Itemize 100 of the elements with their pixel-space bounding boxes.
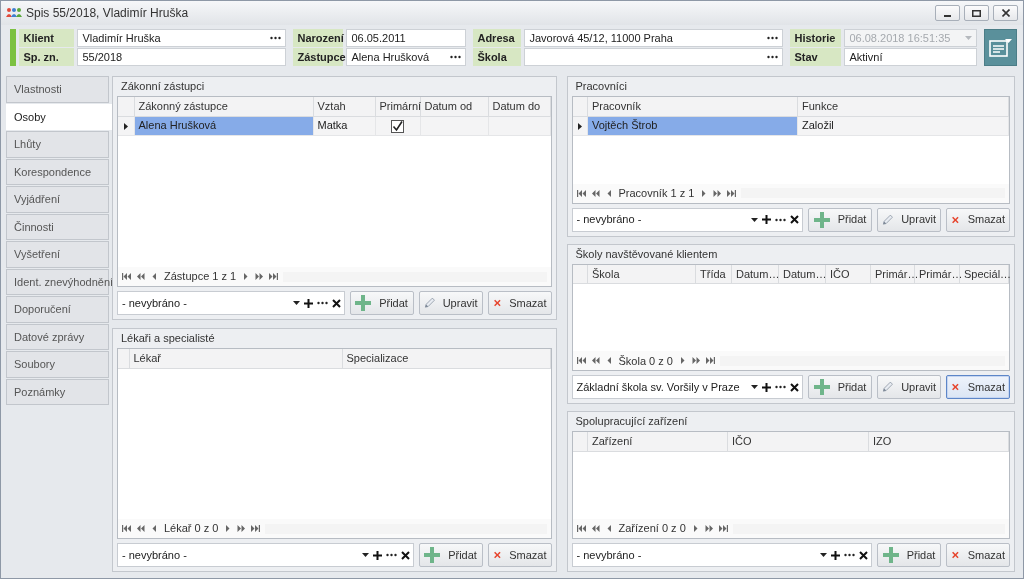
dropdown-icon[interactable] xyxy=(751,217,758,222)
sidebar-tab[interactable]: Osoby xyxy=(6,103,112,130)
previous-page-icon[interactable] xyxy=(590,357,600,365)
ellipsis-icon[interactable] xyxy=(385,553,397,557)
action-button[interactable]: Přidat xyxy=(808,207,872,232)
close-icon[interactable] xyxy=(400,550,410,560)
sidebar-tab[interactable]: Korespondence xyxy=(6,158,109,185)
plus-icon[interactable] xyxy=(762,382,771,392)
column-header: Lékař xyxy=(129,349,342,368)
previous-icon[interactable] xyxy=(150,273,159,280)
close-button[interactable] xyxy=(993,5,1018,21)
first-page-icon[interactable] xyxy=(122,525,131,532)
people-icon xyxy=(6,7,22,19)
action-button[interactable]: Upravit xyxy=(877,207,941,232)
field-value[interactable]: Aktivní xyxy=(844,48,978,66)
dropdown-icon[interactable] xyxy=(820,553,827,557)
field-value[interactable]: 55/2018 xyxy=(77,48,287,66)
form-menu-button[interactable] xyxy=(984,29,1017,66)
checkbox[interactable] xyxy=(391,119,404,133)
action-button[interactable]: Přidat xyxy=(808,375,872,400)
last-page-icon[interactable] xyxy=(251,525,261,532)
action-button[interactable]: Smazat xyxy=(946,207,1010,232)
previous-page-icon[interactable] xyxy=(136,525,145,532)
first-page-icon[interactable] xyxy=(576,525,586,532)
sidebar-tab[interactable]: Lhůty xyxy=(6,131,109,158)
combo-box[interactable]: - nevybráno - xyxy=(117,543,414,567)
sidebar-tab[interactable]: Vyjádření xyxy=(6,186,109,213)
last-page-icon[interactable] xyxy=(705,357,715,365)
first-page-icon[interactable] xyxy=(122,273,131,280)
last-page-icon[interactable] xyxy=(269,273,279,280)
ellipsis-icon[interactable] xyxy=(775,217,786,222)
action-button[interactable]: Smazat xyxy=(487,291,552,315)
field-value[interactable]: 06.05.2011 xyxy=(346,29,467,47)
maximize-button[interactable] xyxy=(964,5,989,21)
field-label: Stav xyxy=(790,48,842,66)
document-icon xyxy=(988,37,1013,58)
next-icon[interactable] xyxy=(223,525,233,532)
combo-box[interactable]: - nevybráno - xyxy=(571,543,872,567)
column-header: Datum od xyxy=(420,97,488,116)
action-button[interactable]: Smazat xyxy=(946,375,1010,400)
plus-icon[interactable] xyxy=(372,550,382,560)
last-page-icon[interactable] xyxy=(727,189,737,197)
previous-icon[interactable] xyxy=(150,525,159,532)
next-page-icon[interactable] xyxy=(691,357,701,365)
first-page-icon[interactable] xyxy=(576,357,586,365)
action-button[interactable]: Upravit xyxy=(418,291,483,315)
sidebar-tab[interactable]: Datové zprávy xyxy=(6,323,109,350)
field-label: Škola xyxy=(473,48,522,66)
next-page-icon[interactable] xyxy=(704,525,714,532)
close-icon[interactable] xyxy=(790,215,799,225)
combo-box[interactable]: Základní škola sv. Voršily v Praze xyxy=(571,375,803,400)
close-icon[interactable] xyxy=(331,298,341,308)
sidebar-tab[interactable]: Vlastnosti xyxy=(6,76,109,103)
dropdown-icon[interactable] xyxy=(751,385,758,390)
next-page-icon[interactable] xyxy=(713,189,723,197)
dropdown-icon[interactable] xyxy=(292,301,300,305)
close-icon[interactable] xyxy=(859,550,868,560)
field-value[interactable]: Javorová 45/12, 11000 Praha xyxy=(524,29,784,47)
pager-text: Pracovník 1 z 1 xyxy=(618,185,695,201)
minimize-button[interactable] xyxy=(935,5,960,21)
field-value[interactable]: Alena Hrušková xyxy=(346,48,467,66)
field-label: Adresa xyxy=(473,29,522,47)
next-page-icon[interactable] xyxy=(255,273,265,280)
column-header: IZO xyxy=(868,432,1009,452)
sidebar-tab[interactable]: Soubory xyxy=(6,351,109,378)
next-icon[interactable] xyxy=(699,189,709,197)
field-label: Sp. zn. xyxy=(19,48,75,66)
close-icon[interactable] xyxy=(790,382,799,392)
sidebar-tab[interactable]: Poznámky xyxy=(6,378,109,405)
first-page-icon[interactable] xyxy=(576,189,586,197)
field-value[interactable]: Vladimír Hruška xyxy=(77,29,287,47)
column-header: IČO xyxy=(727,432,869,452)
previous-page-icon[interactable] xyxy=(590,525,600,532)
ellipsis-icon[interactable] xyxy=(844,553,855,557)
combo-box[interactable]: - nevybráno - xyxy=(571,207,803,232)
ellipsis-icon[interactable] xyxy=(316,301,328,305)
sidebar-tab[interactable]: Činnosti xyxy=(6,213,109,240)
sidebar-tab[interactable]: Vyšetření xyxy=(6,241,109,268)
last-page-icon[interactable] xyxy=(718,525,728,532)
next-page-icon[interactable] xyxy=(237,525,247,532)
combo-box[interactable]: - nevybráno - xyxy=(117,291,345,315)
plus-icon[interactable] xyxy=(303,298,313,308)
action-button[interactable]: Upravit xyxy=(877,375,941,400)
field-value[interactable] xyxy=(524,48,784,66)
ellipsis-icon[interactable] xyxy=(775,385,786,390)
column-header: Funkce xyxy=(797,97,1009,116)
field-label: Zástupce xyxy=(293,48,344,66)
dropdown-icon[interactable] xyxy=(361,553,369,557)
action-button[interactable]: Přidat xyxy=(418,543,483,567)
sidebar-tab[interactable]: Doporučení xyxy=(6,296,109,323)
previous-page-icon[interactable] xyxy=(590,189,600,197)
next-icon[interactable] xyxy=(241,273,251,280)
plus-icon[interactable] xyxy=(762,215,771,225)
action-button[interactable]: Smazat xyxy=(946,543,1010,567)
action-button[interactable]: Přidat xyxy=(349,291,414,315)
plus-icon[interactable] xyxy=(831,550,840,560)
previous-page-icon[interactable] xyxy=(136,273,145,280)
action-button[interactable]: Smazat xyxy=(487,543,552,567)
action-button[interactable]: Přidat xyxy=(877,543,941,567)
column-header: Speciál… xyxy=(959,264,1009,284)
